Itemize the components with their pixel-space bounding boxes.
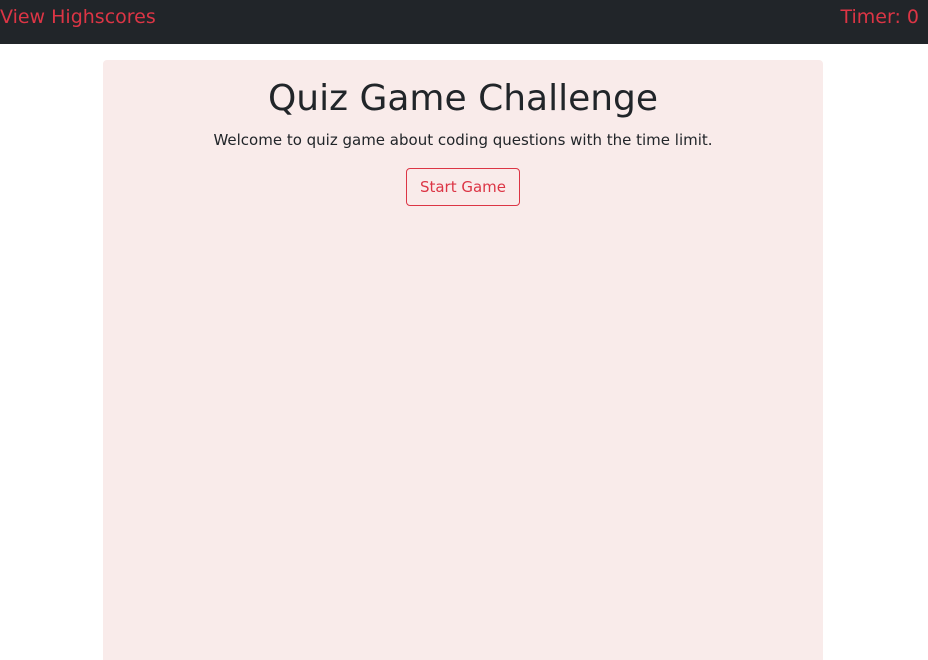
timer-display: Timer: 0 bbox=[840, 6, 919, 28]
quiz-start-card: Quiz Game Challenge Welcome to quiz game… bbox=[103, 60, 823, 660]
quiz-description: Welcome to quiz game about coding questi… bbox=[213, 131, 713, 149]
top-navbar: View Highscores Timer: 0 bbox=[0, 0, 928, 44]
start-game-button[interactable]: Start Game bbox=[405, 168, 521, 206]
view-highscores-link[interactable]: View Highscores bbox=[0, 5, 156, 29]
page-title: Quiz Game Challenge bbox=[267, 78, 659, 119]
